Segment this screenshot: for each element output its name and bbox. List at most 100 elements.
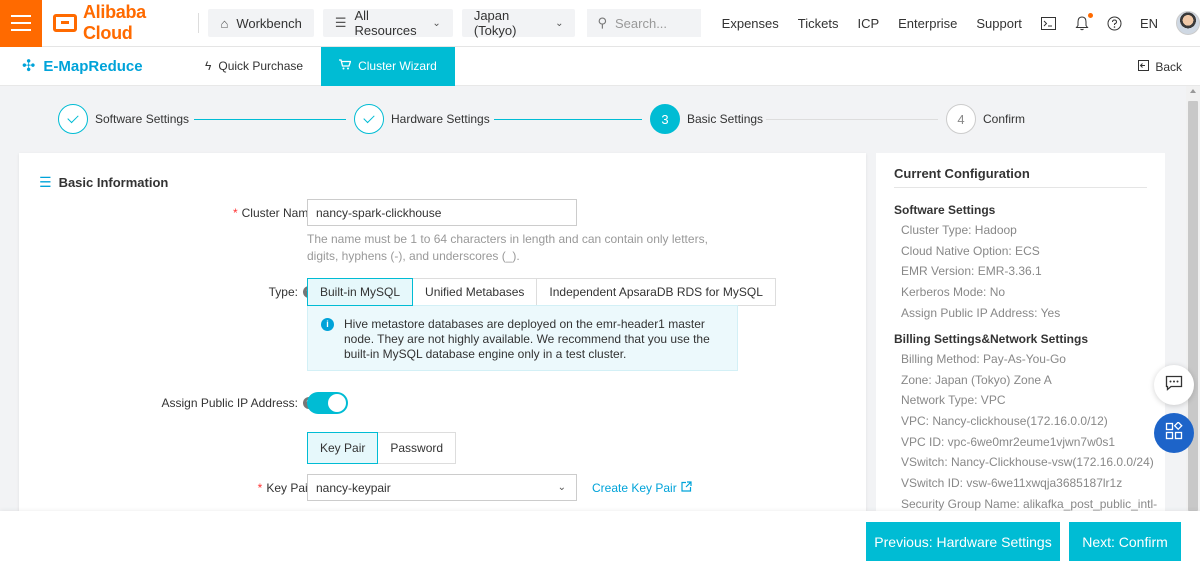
- config-item: EMR Version: EMR-3.36.1: [901, 264, 1042, 278]
- lightning-icon: ϟ: [205, 59, 212, 73]
- type-option-builtin-mysql[interactable]: Built-in MySQL: [307, 278, 414, 306]
- region-dropdown[interactable]: Japan (Tokyo) ⌄: [461, 8, 576, 38]
- type-info-text: Hive metastore databases are deployed on…: [344, 317, 710, 361]
- enterprise-link[interactable]: Enterprise: [898, 16, 957, 31]
- cluster-name-label: * Cluster Name: [233, 206, 315, 220]
- step-confirm: 4 Confirm: [946, 104, 1025, 134]
- type-option-rds-mysql[interactable]: Independent ApsaraDB RDS for MySQL: [536, 278, 776, 306]
- product-navigation-bar: ✣ E-MapReduce ϟ Quick Purchase Cluster W…: [0, 46, 1200, 86]
- config-item: VSwitch: Nancy-Clickhouse-vsw(172.16.0.0…: [901, 455, 1154, 469]
- tab-label: Quick Purchase: [218, 59, 304, 73]
- check-icon: [354, 104, 384, 134]
- auth-selector: Key Pair Password: [307, 432, 457, 464]
- external-link-icon: [681, 481, 692, 495]
- step-label: Software Settings: [95, 112, 190, 126]
- auth-option-key-pair[interactable]: Key Pair: [307, 432, 379, 464]
- alibaba-cloud-logo[interactable]: Alibaba Cloud: [53, 2, 187, 44]
- config-title: Current Configuration: [894, 166, 1030, 181]
- step-label: Hardware Settings: [391, 112, 490, 126]
- software-settings-title: Software Settings: [894, 203, 996, 217]
- top-navigation-bar: Alibaba Cloud ⌂ Workbench ☰ All Resource…: [0, 0, 1200, 47]
- home-icon: ⌂: [220, 15, 229, 31]
- step-connector: [766, 119, 938, 120]
- chat-button[interactable]: [1154, 365, 1194, 405]
- emr-logo-icon: ✣: [22, 58, 36, 75]
- back-button[interactable]: Back: [1138, 47, 1182, 86]
- config-item: Assign Public IP Address: Yes: [901, 306, 1061, 320]
- user-avatar[interactable]: [1176, 11, 1200, 35]
- cart-icon: [339, 59, 352, 73]
- step-connector: [494, 119, 642, 120]
- all-resources-label: All Resources: [354, 8, 417, 38]
- section-title-text: Basic Information: [58, 175, 169, 190]
- billing-settings-title: Billing Settings&Network Settings: [894, 332, 1089, 346]
- icp-link[interactable]: ICP: [857, 16, 879, 31]
- type-label-text: Type:: [268, 285, 298, 299]
- required-marker: *: [257, 481, 263, 495]
- wizard-steps: Software Settings Hardware Settings 3 Ba…: [0, 86, 1185, 152]
- support-link[interactable]: Support: [976, 16, 1022, 31]
- config-item: VPC ID: vpc-6we0mr2eume1vjwn7w0s1: [901, 435, 1116, 449]
- type-selector: Built-in MySQL Unified Metabases Indepen…: [307, 278, 776, 306]
- current-configuration-panel: Current Configuration Software Settings …: [876, 153, 1165, 511]
- check-icon: [58, 104, 88, 134]
- alibaba-logo-icon: [53, 14, 77, 32]
- hamburger-menu-button[interactable]: [0, 0, 43, 47]
- cluster-name-input[interactable]: nancy-spark-clickhouse: [307, 199, 577, 226]
- step-basic-settings: 3 Basic Settings: [650, 104, 763, 134]
- apps-icon: [1165, 420, 1183, 445]
- cluster-name-label-text: Cluster Name: [241, 206, 315, 220]
- search-placeholder: Search...: [615, 15, 668, 31]
- apps-button[interactable]: [1154, 413, 1194, 453]
- help-icon[interactable]: [1107, 15, 1123, 31]
- terminal-icon[interactable]: [1041, 15, 1057, 31]
- key-pair-select[interactable]: nancy-keypair ⌄: [307, 474, 577, 501]
- key-pair-value: nancy-keypair: [316, 480, 391, 495]
- resources-icon: ☰: [334, 15, 347, 30]
- config-item: Zone: Japan (Tokyo) Zone A: [901, 373, 1052, 387]
- create-key-pair-text: Create Key Pair: [592, 481, 677, 495]
- search-input[interactable]: ⚲ Search...: [587, 9, 701, 37]
- chevron-down-icon: ⌄: [432, 17, 441, 29]
- scrollbar-thumb[interactable]: [1188, 101, 1198, 511]
- tab-cluster-wizard[interactable]: Cluster Wizard: [321, 46, 455, 86]
- workbench-label: Workbench: [236, 15, 302, 31]
- config-item: Cloud Native Option: ECS: [901, 244, 1040, 258]
- type-info-box: i Hive metastore databases are deployed …: [307, 305, 738, 371]
- config-item: Cluster Type: Hadoop: [901, 223, 1017, 237]
- back-label: Back: [1155, 59, 1182, 74]
- region-label: Japan (Tokyo): [473, 8, 517, 38]
- tab-quick-purchase[interactable]: ϟ Quick Purchase: [187, 47, 321, 86]
- step-software-settings[interactable]: Software Settings: [58, 104, 189, 134]
- divider: [894, 187, 1147, 188]
- scroll-up-arrow-icon[interactable]: [1190, 89, 1196, 93]
- brand-name: Alibaba Cloud: [82, 2, 146, 43]
- create-key-pair-link[interactable]: Create Key Pair: [592, 481, 692, 495]
- bell-icon[interactable]: [1074, 13, 1093, 31]
- wizard-footer: Previous: Hardware Settings Next: Confir…: [0, 511, 1200, 571]
- expenses-link[interactable]: Expenses: [722, 16, 779, 31]
- step-connector: [194, 119, 346, 120]
- step-label: Confirm: [983, 112, 1026, 126]
- product-title[interactable]: ✣ E-MapReduce: [22, 56, 187, 76]
- notification-dot: [1087, 13, 1093, 18]
- language-switcher[interactable]: EN: [1140, 16, 1158, 31]
- config-item: VPC: Nancy-clickhouse(172.16.0.0/12): [901, 414, 1108, 428]
- type-option-unified-metabases[interactable]: Unified Metabases: [412, 278, 538, 306]
- search-icon: ⚲: [597, 15, 607, 30]
- step-hardware-settings[interactable]: Hardware Settings: [354, 104, 490, 134]
- workbench-button[interactable]: ⌂ Workbench: [208, 9, 314, 37]
- tab-label: Cluster Wizard: [358, 59, 437, 73]
- required-marker: *: [232, 206, 238, 220]
- public-ip-label: Assign Public IP Address: ?: [161, 396, 315, 410]
- section-title: ☰ Basic Information: [39, 174, 168, 191]
- all-resources-dropdown[interactable]: ☰ All Resources ⌄: [322, 8, 453, 38]
- public-ip-toggle[interactable]: [307, 392, 348, 414]
- config-item: Billing Method: Pay-As-You-Go: [901, 352, 1066, 366]
- next-confirm-button[interactable]: Next: Confirm: [1069, 522, 1181, 561]
- previous-hardware-settings-button[interactable]: Previous: Hardware Settings: [866, 522, 1060, 561]
- divider: [197, 13, 199, 33]
- tickets-link[interactable]: Tickets: [798, 16, 839, 31]
- chevron-down-icon: ⌄: [557, 482, 566, 493]
- auth-option-password[interactable]: Password: [377, 432, 457, 464]
